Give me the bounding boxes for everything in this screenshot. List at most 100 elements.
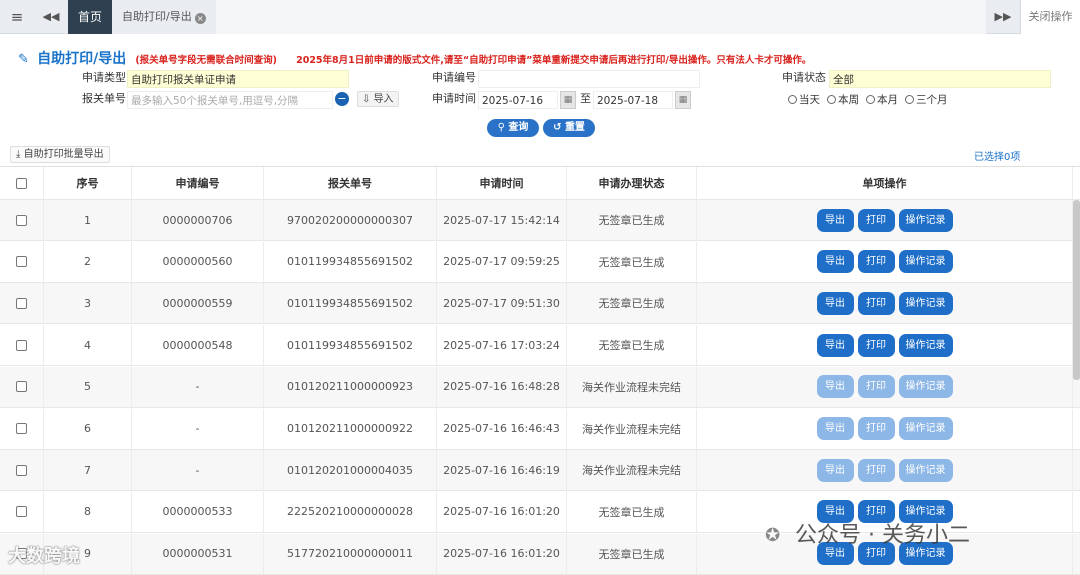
row-select-cell [0, 366, 44, 407]
row-ops: 导出 打印 操作记录 [697, 241, 1073, 282]
print-button[interactable]: 打印 [857, 333, 895, 357]
operation-log-button[interactable]: 操作记录 [898, 333, 953, 357]
row-seq: 7 [44, 450, 132, 491]
batch-export-label: 自助打印批量导出 [23, 149, 104, 160]
select-all-checkbox[interactable] [16, 177, 27, 189]
date-from-input[interactable]: 2025-07-16 [478, 91, 558, 109]
operation-log-button[interactable]: 操作记录 [898, 208, 953, 232]
row-select-cell [0, 491, 44, 532]
selected-count: 已选择0项 [974, 152, 1021, 163]
heading-note: (报关单号字段无需联合时间查询) [135, 55, 277, 66]
table-row: 4 0000000548 010119934855691502 2025-07-16 … [0, 325, 1080, 367]
export-button[interactable]: 导出 [816, 208, 854, 232]
row-checkbox[interactable] [16, 506, 27, 518]
status-select[interactable]: 全部 [829, 70, 1051, 88]
import-button[interactable]: ⇩ 导入 [357, 91, 399, 107]
row-status: 海关作业流程未完结 [567, 408, 697, 449]
row-apply-time: 2025-07-16 17:03:24 [437, 325, 567, 366]
batch-export-button[interactable]: ⤓ 自助打印批量导出 [10, 146, 110, 163]
calendar-icon[interactable]: ▦ [675, 91, 691, 109]
close-tab-icon[interactable]: × [194, 13, 206, 24]
row-checkbox[interactable] [16, 423, 27, 434]
date-to-input[interactable]: 2025-07-18 [593, 91, 673, 109]
row-apply-time: 2025-07-16 16:01:20 [437, 491, 567, 532]
row-checkbox[interactable] [16, 297, 27, 309]
radio-label: 三个月 [916, 94, 948, 106]
print-button[interactable]: 打印 [857, 250, 895, 274]
wechat-icon: ✪ [765, 525, 781, 546]
row-apply-time: 2025-07-17 09:59:25 [437, 241, 567, 282]
row-apply-no: 0000000548 [132, 325, 264, 366]
reset-button-label: 重置 [564, 122, 585, 133]
operation-log-button[interactable]: 操作记录 [898, 291, 953, 315]
row-apply-time: 2025-07-16 16:48:28 [437, 366, 567, 407]
row-seq: 6 [44, 408, 132, 449]
row-decl-no: 010120201000004035 [264, 450, 437, 491]
operation-log-button[interactable]: 操作记录 [898, 458, 953, 482]
query-button-label: 查询 [508, 122, 529, 133]
row-status: 无签章已生成 [567, 325, 697, 366]
tab-bar-blank [216, 0, 986, 34]
reset-button[interactable]: ↺ 重置 [543, 119, 595, 137]
export-button[interactable]: 导出 [816, 333, 854, 357]
radio-this-week[interactable]: 本周 [827, 92, 859, 108]
export-button[interactable]: 导出 [816, 291, 854, 315]
row-status: 无签章已生成 [567, 283, 697, 324]
table-row: 7-010120201000004035 2025-07-16 16:46:19 海… [0, 450, 1080, 492]
export-button[interactable]: 导出 [816, 458, 854, 482]
row-checkbox[interactable] [16, 464, 27, 476]
radio-this-month[interactable]: 本月 [866, 92, 898, 108]
radio-three-months[interactable]: 三个月 [905, 92, 948, 108]
print-button[interactable]: 打印 [857, 291, 895, 315]
watermark-right-text: 公众号 · 关务小二 [795, 523, 970, 548]
download-icon: ⤓ [16, 149, 21, 160]
apply-no-input[interactable] [478, 70, 700, 88]
row-decl-no: 010119934855691502 [264, 283, 437, 324]
export-button[interactable]: 导出 [816, 417, 854, 440]
radio-circle-icon [827, 95, 836, 104]
row-apply-time: 2025-07-16 16:46:43 [437, 408, 567, 449]
apply-type-label: 申请类型 [82, 71, 126, 84]
row-status: 海关作业流程未完结 [567, 450, 697, 491]
close-operations-button[interactable]: 关闭操作 [1020, 0, 1080, 34]
export-button[interactable]: 导出 [816, 375, 854, 399]
row-checkbox[interactable] [16, 339, 27, 351]
row-apply-time: 2025-07-16 16:01:20 [437, 533, 567, 574]
tab-home[interactable]: 首页 [68, 0, 112, 34]
print-button[interactable]: 打印 [857, 208, 895, 232]
row-checkbox[interactable] [16, 214, 27, 226]
calendar-icon[interactable]: ▦ [560, 91, 576, 109]
row-apply-no: - [132, 408, 264, 449]
print-button[interactable]: 打印 [857, 375, 895, 399]
remove-icon[interactable]: − [335, 92, 349, 106]
row-select-cell [0, 200, 44, 240]
operation-log-button[interactable]: 操作记录 [898, 250, 953, 274]
export-button[interactable]: 导出 [816, 250, 854, 274]
radio-label: 本周 [838, 94, 859, 106]
row-apply-no: 0000000560 [132, 241, 264, 282]
warning-note: 2025年8月1日前申请的版式文件,请至“自助打印申请”菜单重新提交申请后再进行… [296, 55, 812, 66]
row-apply-no: 0000000559 [132, 283, 264, 324]
row-checkbox[interactable] [16, 256, 27, 268]
apply-type-select[interactable]: 自助打印报关单证申请 [127, 70, 349, 88]
query-button[interactable]: ⚲ 查询 [487, 119, 539, 137]
operation-log-button[interactable]: 操作记录 [898, 375, 953, 399]
print-button[interactable]: 打印 [857, 417, 895, 440]
tab-self-print[interactable]: 自助打印/导出 × [112, 0, 216, 34]
radio-today[interactable]: 当天 [788, 92, 820, 108]
scroll-tabs-left-icon[interactable]: ◀◀ [42, 8, 60, 26]
row-decl-no: 010119934855691502 [264, 241, 437, 282]
decl-no-label: 报关单号 [82, 92, 126, 105]
print-button[interactable]: 打印 [857, 458, 895, 482]
vertical-scrollbar[interactable] [1073, 200, 1080, 380]
watermark-left: 大数跨境 [8, 546, 80, 567]
row-checkbox[interactable] [16, 381, 27, 393]
decl-no-input[interactable]: 最多输入50个报关单号,用逗号,分隔 [127, 91, 333, 109]
scroll-tabs-right-icon[interactable]: ▶▶ [994, 8, 1012, 26]
row-decl-no: 010119934855691502 [264, 325, 437, 366]
operation-log-button[interactable]: 操作记录 [898, 417, 953, 440]
hamburger-menu-icon[interactable]: ≡ [8, 8, 26, 26]
row-seq: 5 [44, 366, 132, 407]
col-seq: 序号 [44, 167, 132, 199]
row-status: 无签章已生成 [567, 533, 697, 574]
